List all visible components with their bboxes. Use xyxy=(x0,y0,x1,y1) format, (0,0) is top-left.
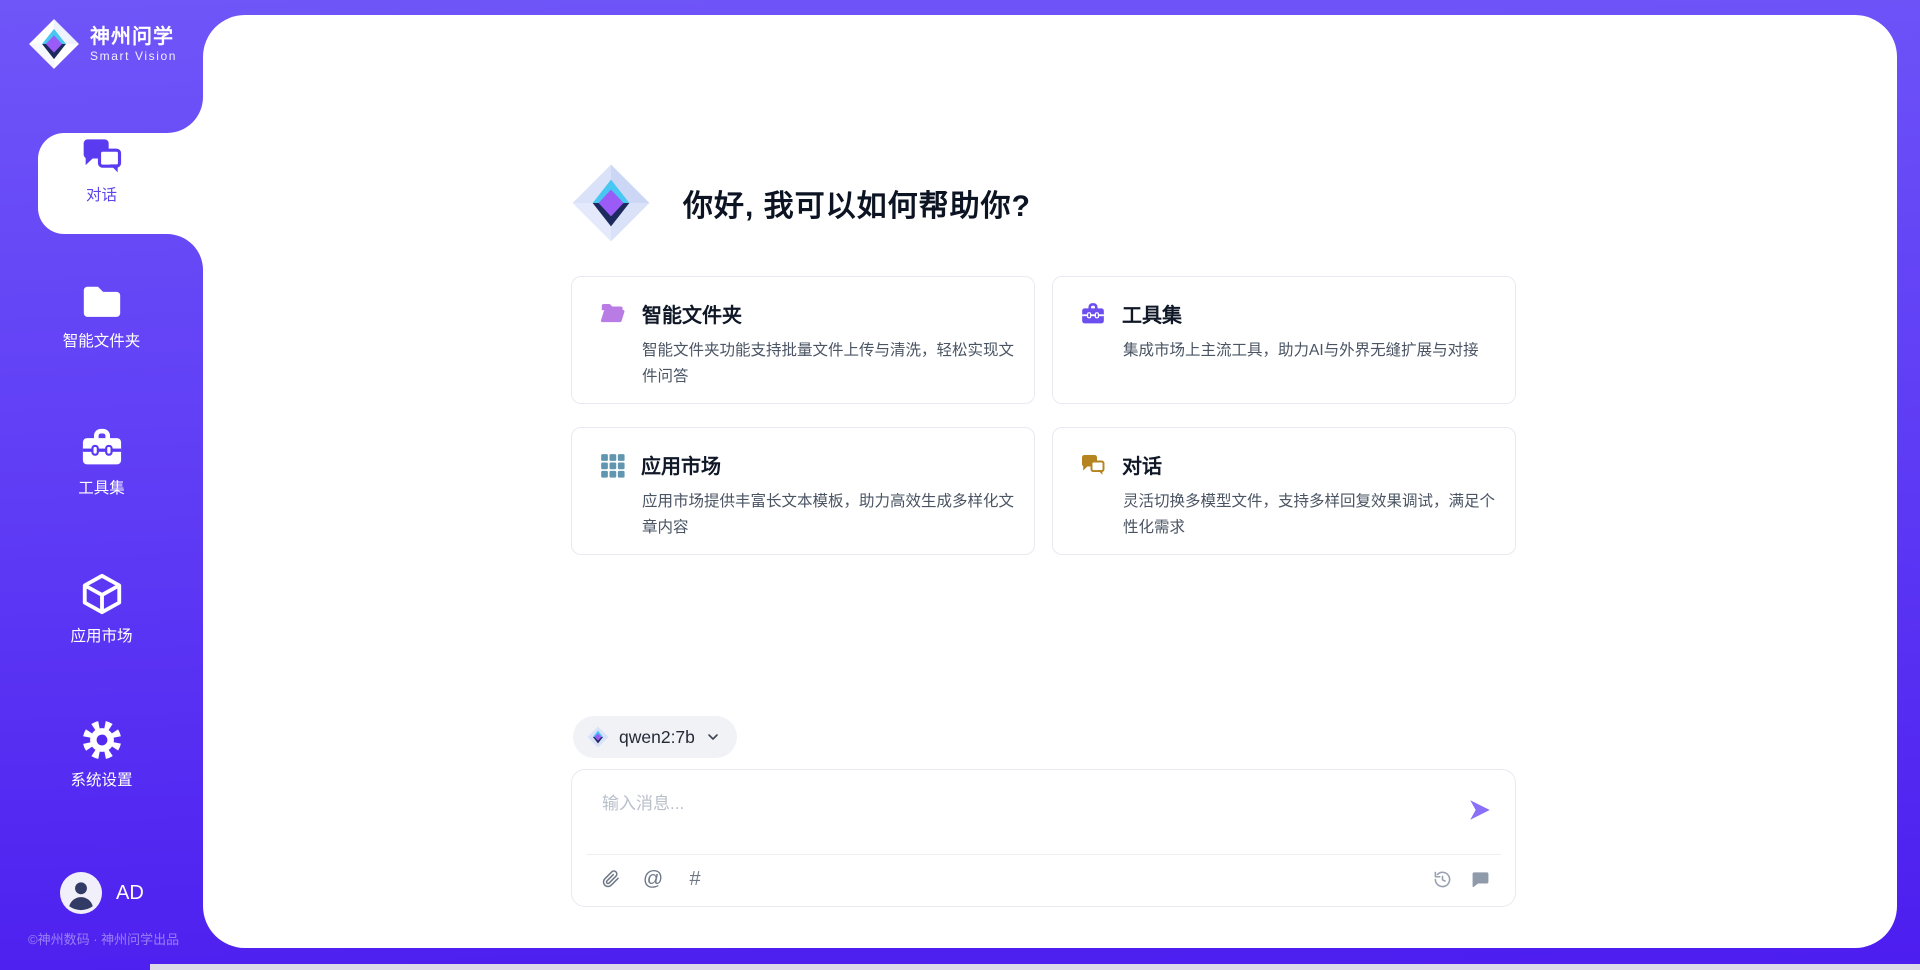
feature-cards: 智能文件夹 智能文件夹功能支持批量文件上传与清洗，轻松实现文件问答 工具集 集成… xyxy=(571,276,1516,555)
brand-name: 神州问学 xyxy=(90,26,177,49)
card-app-market[interactable]: 应用市场 应用市场提供丰富长文本模板，助力高效生成多样化文章内容 xyxy=(571,427,1035,555)
cube-3d-icon xyxy=(78,571,126,617)
card-description: 智能文件夹功能支持批量文件上传与清洗，轻松实现文件问答 xyxy=(642,338,1014,390)
greeting-title: 你好, 我可以如何帮助你? xyxy=(683,181,1031,225)
attachment-icon[interactable] xyxy=(600,868,622,890)
sidebar-item-smart-folder[interactable]: 智能文件夹 xyxy=(38,271,165,361)
sidebar-item-label: 系统设置 xyxy=(70,768,132,790)
sidebar-item-label: 对话 xyxy=(86,183,117,205)
card-description: 集成市场上主流工具，助力AI与外界无缝扩展与对接 xyxy=(1123,338,1495,364)
sidebar-item-settings[interactable]: 系统设置 xyxy=(38,709,165,799)
message-composer: @ # xyxy=(571,769,1516,907)
card-description: 应用市场提供丰富长文本模板，助力高效生成多样化文章内容 xyxy=(642,489,1014,541)
card-chat[interactable]: 对话 灵活切换多模型文件，支持多样回复效果调试，满足个性化需求 xyxy=(1052,427,1516,555)
card-smart-folder[interactable]: 智能文件夹 智能文件夹功能支持批量文件上传与清洗，轻松实现文件问答 xyxy=(571,276,1035,404)
grid-tiles-icon xyxy=(599,452,625,478)
brand-subtitle: Smart Vision xyxy=(90,49,177,63)
user-block[interactable]: AD xyxy=(60,872,144,914)
folder-icon xyxy=(80,282,124,322)
model-name: qwen2:7b xyxy=(619,727,695,748)
message-input[interactable] xyxy=(602,784,1432,824)
greeting-block: 你好, 我可以如何帮助你? xyxy=(571,163,1031,243)
model-diamond-icon xyxy=(587,726,609,748)
folder-open-icon xyxy=(599,300,626,327)
chat-bubbles-icon xyxy=(1080,453,1106,477)
card-description: 灵活切换多模型文件，支持多样回复效果调试，满足个性化需求 xyxy=(1123,489,1495,541)
assistant-diamond-icon xyxy=(571,163,651,243)
sidebar-item-toolset[interactable]: 工具集 xyxy=(38,417,165,507)
card-title: 应用市场 xyxy=(641,450,721,479)
model-selector[interactable]: qwen2:7b xyxy=(573,716,737,758)
sidebar-item-app-market[interactable]: 应用市场 xyxy=(38,563,165,653)
copyright-text: ©神州数码 · 神州问学出品 xyxy=(28,929,179,948)
avatar xyxy=(60,872,102,914)
chevron-down-icon xyxy=(705,729,721,745)
chat-bubbles-icon xyxy=(80,136,124,176)
card-title: 工具集 xyxy=(1122,299,1182,328)
topic-icon[interactable]: # xyxy=(684,868,706,890)
composer-tools-right xyxy=(1431,868,1491,890)
send-icon[interactable] xyxy=(1467,797,1493,823)
sidebar: 神州问学 Smart Vision 对话 智能文件夹 工具集 xyxy=(0,0,203,970)
card-title: 智能文件夹 xyxy=(642,299,742,328)
user-initials: AD xyxy=(116,882,144,905)
sidebar-item-label: 应用市场 xyxy=(70,624,132,646)
composer-tools-left: @ # xyxy=(600,868,706,890)
briefcase-icon xyxy=(79,427,125,469)
composer-divider xyxy=(586,854,1501,855)
brand-logo-block: 神州问学 Smart Vision xyxy=(28,18,177,70)
gear-icon xyxy=(80,719,124,761)
card-title: 对话 xyxy=(1122,450,1162,479)
sidebar-item-chat[interactable]: 对话 xyxy=(38,125,165,215)
comment-icon[interactable] xyxy=(1469,868,1491,890)
sidebar-item-label: 工具集 xyxy=(78,476,125,498)
card-toolset[interactable]: 工具集 集成市场上主流工具，助力AI与外界无缝扩展与对接 xyxy=(1052,276,1516,404)
mention-icon[interactable]: @ xyxy=(642,868,664,890)
briefcase-icon xyxy=(1080,301,1106,327)
brand-diamond-icon xyxy=(28,18,80,70)
history-icon[interactable] xyxy=(1431,868,1453,890)
main-content: 你好, 我可以如何帮助你? 智能文件夹 智能文件夹功能支持批量文件上传与清洗，轻… xyxy=(571,0,1516,970)
sidebar-item-label: 智能文件夹 xyxy=(63,329,141,351)
